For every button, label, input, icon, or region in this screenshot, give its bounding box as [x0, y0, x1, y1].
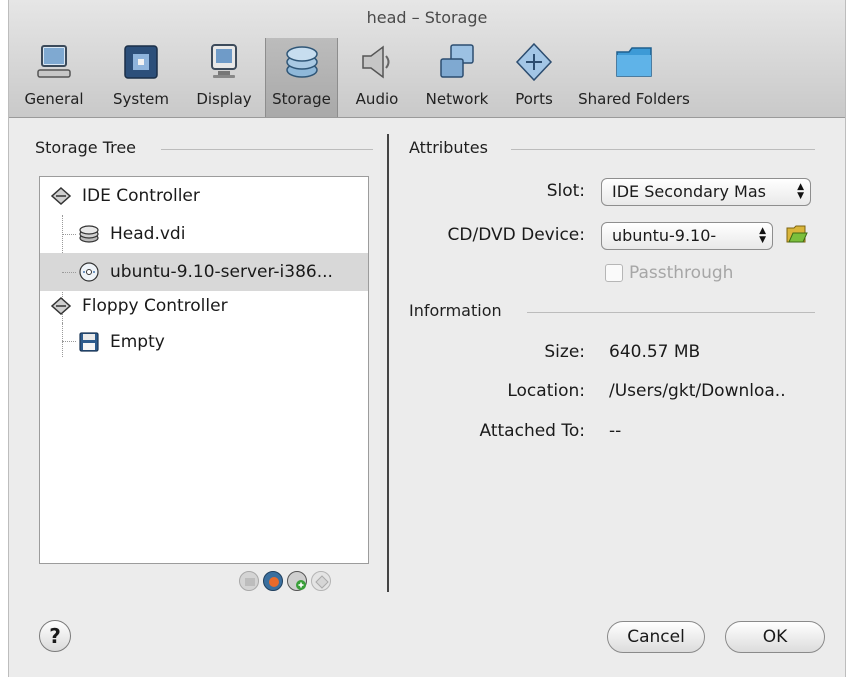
folder-icon: [616, 47, 652, 77]
storage-tree-rule: [161, 149, 373, 150]
tab-ports[interactable]: Ports: [505, 36, 563, 116]
passthrough-label: Passthrough: [629, 263, 734, 283]
slot-select-value: IDE Secondary Mas: [612, 182, 766, 201]
tree-item-label: IDE Controller: [82, 186, 200, 206]
slot-select[interactable]: IDE Secondary Mas ▲ ▼: [601, 178, 811, 206]
tree-item-label: ubuntu-9.10-server-i386...: [110, 262, 333, 282]
add-attachment-button[interactable]: [287, 571, 307, 591]
information-rule: [527, 312, 815, 313]
tab-display-label: Display: [196, 90, 252, 108]
tab-system-label: System: [113, 90, 169, 108]
tree-item-label: Floppy Controller: [82, 296, 228, 316]
help-button[interactable]: ?: [39, 620, 71, 652]
chip-icon: [124, 45, 158, 79]
tab-network-label: Network: [425, 90, 489, 108]
tab-audio-label: Audio: [355, 90, 399, 108]
tree-item-floppy-controller[interactable]: Floppy Controller: [40, 287, 368, 325]
add-attachment-icon: [296, 580, 306, 590]
attributes-heading: Attributes: [409, 138, 488, 157]
passthrough-checkbox[interactable]: [605, 264, 623, 282]
tab-shared-folders[interactable]: Shared Folders: [569, 36, 699, 116]
cd-dvd-device-value: ubuntu-9.10-: [612, 226, 717, 245]
tree-item-empty-floppy[interactable]: Empty: [40, 323, 368, 361]
ports-icon: [515, 42, 553, 82]
cancel-button[interactable]: Cancel: [607, 621, 705, 653]
tab-display[interactable]: Display: [187, 36, 261, 116]
controller-icon: [50, 296, 72, 316]
size-label: Size:: [544, 342, 585, 362]
storage-tree[interactable]: IDE Controller Head.vdi ubuntu-9.10-serv…: [39, 176, 369, 564]
attached-to-label: Attached To:: [479, 421, 585, 441]
updown-arrows-icon: ▲ ▼: [759, 226, 766, 245]
tree-item-label: Head.vdi: [110, 224, 186, 244]
tree-item-label: Empty: [110, 332, 165, 352]
ok-button[interactable]: OK: [725, 621, 825, 653]
controller-icon: [50, 186, 72, 206]
attributes-rule: [511, 149, 815, 150]
tab-storage[interactable]: Storage: [265, 38, 338, 117]
tab-network[interactable]: Network: [417, 36, 497, 116]
tab-system[interactable]: System: [101, 36, 181, 116]
toolbar: head – Storage General System Display St…: [9, 0, 845, 118]
display-icon: [211, 44, 237, 78]
tree-connector: [62, 272, 76, 273]
pane-divider: [387, 134, 389, 592]
cd-dvd-device-select[interactable]: ubuntu-9.10- ▲ ▼: [601, 222, 773, 250]
monitor-icon: [37, 45, 71, 78]
choose-image-button[interactable]: [785, 222, 809, 246]
cd-dvd-icon: [79, 262, 99, 282]
add-controller-button[interactable]: [239, 571, 259, 591]
hard-disk-icon: [79, 225, 99, 243]
floppy-icon: [79, 332, 99, 352]
remove-controller-icon: [269, 577, 279, 587]
disk-stack-icon: [285, 46, 318, 78]
tab-storage-label: Storage: [272, 90, 331, 108]
network-icon: [440, 44, 474, 78]
settings-window: head – Storage General System Display St…: [8, 0, 846, 677]
tab-audio[interactable]: Audio: [347, 36, 407, 116]
tab-general[interactable]: General: [19, 36, 89, 116]
attached-to-value: --: [609, 421, 622, 441]
information-heading: Information: [409, 301, 502, 320]
tab-general-label: General: [24, 90, 84, 108]
slot-label: Slot:: [546, 181, 585, 201]
tree-item-head-vdi[interactable]: Head.vdi: [40, 215, 368, 253]
speaker-icon: [362, 45, 390, 79]
add-controller-icon: [245, 578, 255, 586]
remove-attachment-button[interactable]: [311, 571, 331, 591]
size-value: 640.57 MB: [609, 342, 701, 362]
tab-shared-folders-label: Shared Folders: [578, 90, 690, 108]
remove-controller-button[interactable]: [263, 571, 283, 591]
tab-ports-label: Ports: [515, 90, 553, 108]
updown-arrows-icon: ▲ ▼: [797, 182, 804, 201]
location-label: Location:: [507, 381, 585, 401]
tree-item-ubuntu-iso[interactable]: ubuntu-9.10-server-i386...: [40, 253, 368, 291]
remove-attachment-icon: [315, 575, 329, 589]
window-title: head – Storage: [366, 8, 488, 27]
tree-item-ide-controller[interactable]: IDE Controller: [40, 177, 368, 215]
location-value: /Users/gkt/Downloa..: [609, 381, 786, 401]
cd-dvd-device-label: CD/DVD Device:: [447, 225, 585, 245]
open-folder-icon: [786, 225, 808, 243]
storage-tree-heading: Storage Tree: [35, 138, 137, 157]
